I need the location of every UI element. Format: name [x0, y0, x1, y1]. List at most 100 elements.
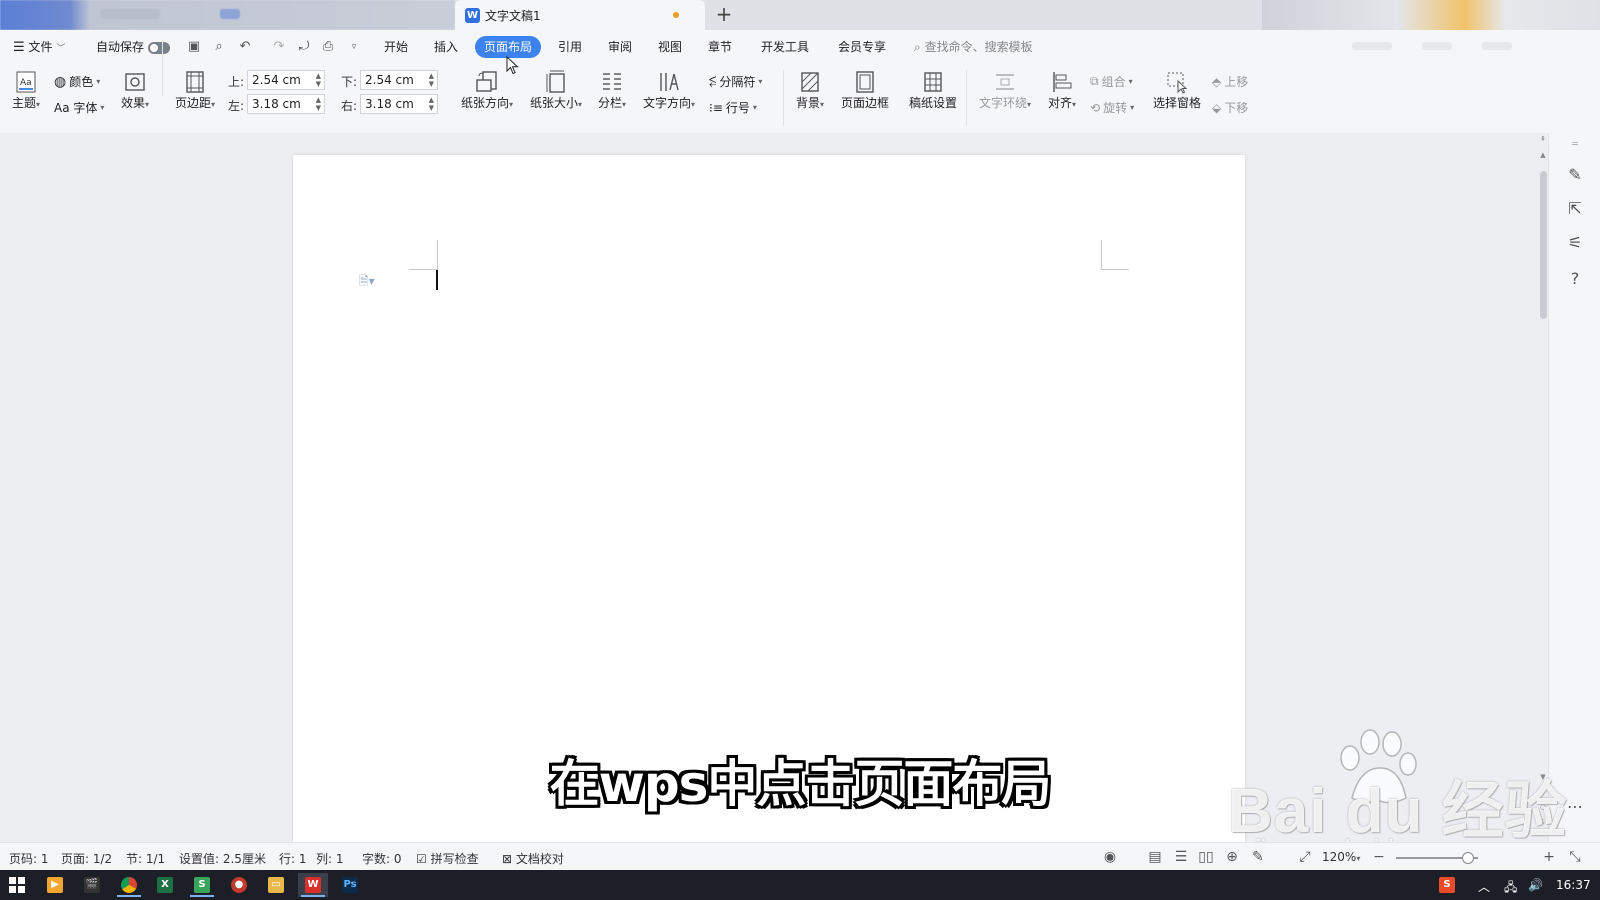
margin-right-input[interactable]: 3.18 cm ▲ ▼ [360, 94, 438, 114]
autosave-toggle[interactable]: 自动保存 [96, 36, 171, 58]
print-preview-icon[interactable]: ⌕ [212, 40, 226, 54]
send-backward-button[interactable]: ⬙ 下移 [1212, 99, 1248, 116]
settings-sliders-icon[interactable]: ⚟ [1565, 233, 1585, 253]
stepper-icon[interactable]: ▲ ▼ [316, 96, 321, 112]
tab-review[interactable]: 审阅 [608, 36, 632, 58]
document-tab[interactable]: W 文字文稿1 [455, 0, 705, 30]
paragraph-handle-icon[interactable]: 🗎▾ [359, 272, 375, 293]
tab-member[interactable]: 会员专享 [838, 36, 886, 58]
selection-pane-button[interactable]: 选择窗格 [1152, 70, 1202, 111]
stepper-icon[interactable]: ▲ ▼ [429, 96, 434, 112]
document-page[interactable]: 🗎▾ [293, 155, 1245, 842]
print-icon[interactable]: ⎙ [321, 40, 335, 54]
scroll-top-icon[interactable]: ⇞ [1538, 135, 1548, 143]
tab-home[interactable]: 开始 [384, 36, 408, 58]
breaks-button[interactable]: ⥶ 分隔符 ▾ [709, 73, 762, 90]
orientation-button[interactable]: 纸张方向▾ [458, 70, 516, 111]
tab-insert[interactable]: 插入 [434, 36, 458, 58]
tab-references[interactable]: 引用 [558, 36, 582, 58]
web-view-icon[interactable]: ⊕ [1223, 848, 1241, 866]
status-setting[interactable]: 设置值: 2.5厘米 [179, 850, 266, 867]
tray-expand-icon[interactable]: ︿ [1478, 878, 1490, 895]
file-explorer-icon[interactable]: ▭ [261, 873, 291, 897]
search-box[interactable]: ⌕ 查找命令、搜索模板 [914, 36, 1033, 58]
theme-button[interactable]: Aa 主题▾ [10, 70, 42, 111]
new-tab-button[interactable]: + [712, 3, 736, 27]
status-section[interactable]: 节: 1/1 [126, 850, 165, 867]
fullscreen-icon[interactable]: ⤡ [1566, 848, 1584, 866]
status-word-count[interactable]: 字数: 0 [362, 850, 402, 867]
stepper-icon[interactable]: ▲ ▼ [316, 72, 321, 88]
format-painter-icon[interactable]: ⤾ [297, 40, 311, 54]
pen-icon[interactable]: ✎ [1565, 165, 1585, 185]
stepper-icon[interactable]: ▲ ▼ [429, 72, 434, 88]
rotate-button[interactable]: ⟲ 旋转 ▾ [1090, 99, 1134, 116]
write-mode-icon[interactable]: ✎ [1249, 848, 1267, 866]
undo-icon[interactable]: ↶ [238, 40, 252, 54]
wps-icon[interactable]: W [298, 873, 328, 897]
chrome-icon[interactable] [114, 873, 144, 897]
paper-size-button[interactable]: 纸张大小▾ [527, 70, 585, 111]
reading-view-icon[interactable]: ▯▯ [1197, 848, 1215, 866]
network-icon[interactable]: 🖧 [1504, 878, 1517, 899]
select-cursor-icon[interactable]: ⇱ [1565, 199, 1585, 219]
group-label: 组合 [1101, 75, 1126, 89]
line-numbers-button[interactable]: ⁝≡ 行号 ▾ [709, 99, 757, 116]
hamburger-icon: ☰ [13, 40, 25, 55]
zoom-level-dropdown[interactable]: 120%▾ [1322, 850, 1360, 864]
tab-page-layout[interactable]: 页面布局 [475, 36, 542, 58]
text-wrap-button[interactable]: 文字环绕▾ [976, 70, 1034, 111]
fit-page-icon[interactable]: ⤢ [1296, 848, 1314, 866]
spell-check-button[interactable]: ☑ 拼写检查 [416, 850, 479, 867]
status-pages[interactable]: 页面: 1/2 [61, 850, 112, 867]
margin-top-input[interactable]: 2.54 cm ▲ ▼ [247, 70, 325, 90]
margins-button[interactable]: 页边距▾ [172, 70, 218, 111]
media-player-icon[interactable]: ▶ [40, 873, 70, 897]
clock-time[interactable]: 16:37 [1556, 878, 1591, 892]
photoshop-icon[interactable]: Ps [335, 873, 365, 897]
doc-proof-button[interactable]: ⊠ 文档校对 [502, 850, 564, 867]
zoom-slider-knob[interactable] [1462, 852, 1474, 864]
margin-left-input[interactable]: 3.18 cm ▲ ▼ [247, 94, 325, 114]
outline-view-icon[interactable]: ☰ [1172, 848, 1190, 866]
vertical-scrollbar[interactable]: ⇞ ▲ ▼ ⇡ ○ ⇣ [1538, 133, 1548, 842]
status-row[interactable]: 行: 1 [279, 850, 307, 867]
status-page-number[interactable]: 页码: 1 [9, 850, 49, 867]
spreadsheet-icon[interactable]: S [187, 873, 217, 897]
tab-chapter[interactable]: 章节 [708, 36, 732, 58]
excel-icon[interactable]: X [150, 873, 180, 897]
save-icon[interactable]: ▣ [187, 40, 201, 54]
screen-recorder-icon[interactable]: ● [224, 873, 254, 897]
tab-view[interactable]: 视图 [658, 36, 682, 58]
volume-icon[interactable]: 🔊 [1528, 878, 1543, 892]
background-button[interactable]: 背景▾ [792, 70, 828, 111]
eye-protection-icon[interactable]: ◉ [1101, 848, 1119, 866]
windows-start-icon[interactable] [2, 873, 32, 897]
sidebar-handle-icon[interactable]: ═ [1565, 135, 1585, 155]
file-menu-button[interactable]: ☰ 文件 ﹀ [13, 36, 65, 58]
redo-icon[interactable]: ↷ [272, 40, 286, 54]
video-editor-icon[interactable]: 🎬 [77, 873, 107, 897]
align-button[interactable]: 对齐▾ [1044, 70, 1080, 111]
customize-toolbar-icon[interactable]: ▿ [347, 40, 361, 54]
sogou-input-icon[interactable]: S [1432, 873, 1462, 897]
zoom-out-icon[interactable]: − [1370, 848, 1388, 866]
page-border-button[interactable]: 页面边框 [840, 70, 890, 111]
help-icon[interactable]: ? [1565, 269, 1585, 289]
colors-button[interactable]: ◍ 颜色 ▾ [54, 73, 100, 90]
page-view-icon[interactable]: ▤ [1146, 848, 1164, 866]
text-direction-button[interactable]: 文字方向▾ [640, 70, 698, 111]
bring-forward-button[interactable]: ⬘ 上移 [1212, 73, 1248, 90]
fonts-button[interactable]: Aa 字体 ▾ [54, 99, 104, 116]
effects-button[interactable]: 效果▾ [116, 70, 154, 111]
manuscript-settings-button[interactable]: 稿纸设置 [908, 70, 958, 111]
scrollbar-thumb[interactable] [1540, 171, 1547, 319]
margin-bottom-input[interactable]: 2.54 cm ▲ ▼ [360, 70, 438, 90]
group-button[interactable]: ⧉ 组合 ▾ [1090, 73, 1133, 90]
scroll-up-icon[interactable]: ▲ [1538, 151, 1548, 159]
tab-developer[interactable]: 开发工具 [761, 36, 809, 58]
zoom-in-icon[interactable]: + [1540, 848, 1558, 866]
manuscript-grid-icon [924, 72, 942, 92]
columns-button[interactable]: 分栏▾ [594, 70, 630, 111]
status-column[interactable]: 列: 1 [316, 850, 344, 867]
